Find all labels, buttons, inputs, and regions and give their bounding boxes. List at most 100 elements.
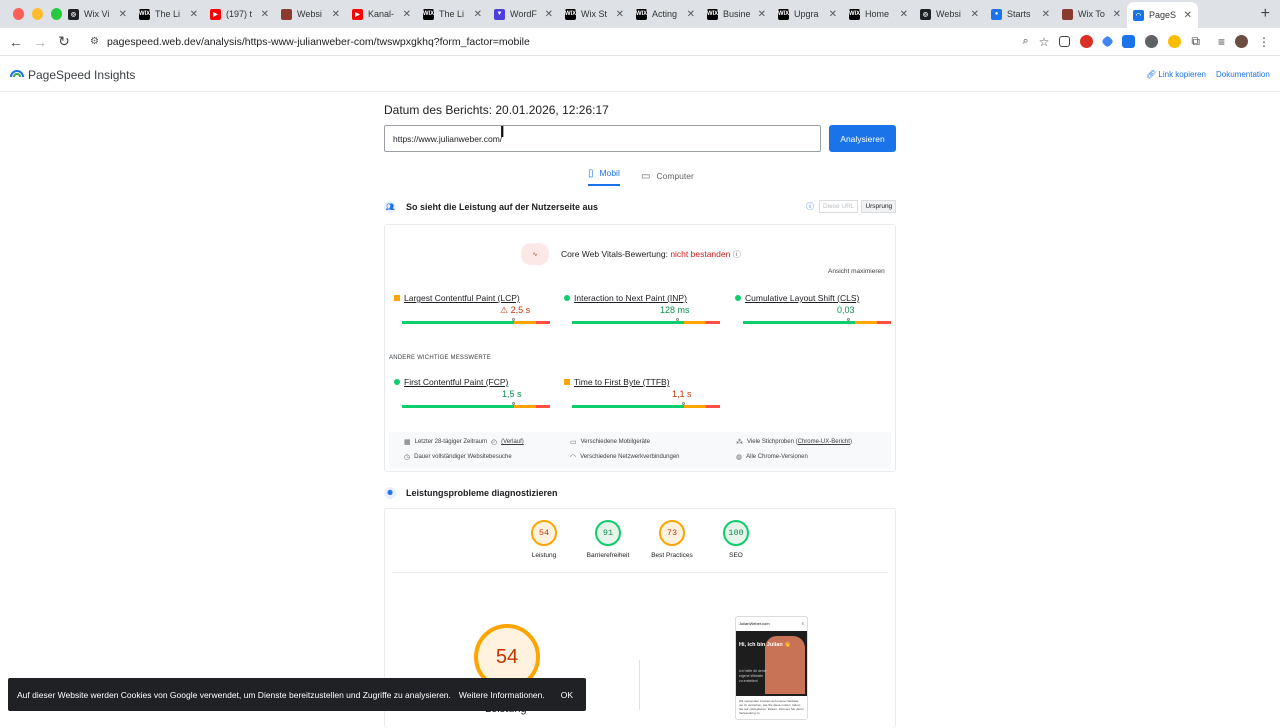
minimize-window-button[interactable] [32, 8, 43, 20]
tab-favicon-icon: ◠ [1133, 9, 1144, 21]
metric-marker [512, 318, 515, 321]
toggle-this-url[interactable]: Diese URL [819, 200, 859, 213]
site-info-icon[interactable]: ⚙ [90, 36, 99, 47]
browser-tab[interactable]: ● Starts ✕ [985, 3, 1056, 25]
metric-distribution-bar [572, 405, 720, 408]
tab-close-icon[interactable]: ✕ [758, 9, 766, 20]
info-icon[interactable]: ⓘ [806, 201, 814, 212]
browser-tab[interactable]: Wix To ✕ [1056, 3, 1127, 25]
copy-link-button[interactable]: 🔗︎ Link kopieren [1146, 70, 1206, 79]
tab-close-icon[interactable]: ✕ [829, 9, 837, 20]
pagespeed-logo-icon [10, 70, 24, 78]
metric-distribution-bar [743, 321, 891, 324]
tab-title: Home [865, 9, 890, 19]
extension-color-icon[interactable] [1168, 35, 1182, 48]
metric-2: Cumulative Layout Shift (CLS) 0,03 [735, 293, 891, 324]
cookie-ok-button[interactable]: OK [561, 690, 573, 700]
browser-toolbar: ← → ↻ ⚙ pagespeed.web.dev/analysis/https… [0, 28, 1280, 56]
browser-tab[interactable]: ▶ Kanal- ✕ [346, 3, 417, 25]
close-window-button[interactable] [13, 8, 24, 20]
cwv-failed-icon: ∿ [521, 243, 549, 265]
cookie-more-link[interactable]: Weitere Informationen. [459, 690, 545, 700]
tab-close-icon[interactable]: ✕ [190, 9, 198, 20]
help-icon[interactable]: ⓘ [733, 250, 741, 259]
browser-tab[interactable]: WIX Wix St ✕ [559, 3, 630, 25]
browser-tab[interactable]: ◎ Wix Vi ✕ [62, 3, 133, 25]
preview-body-text: Wir verwenden Cookies auf unserer Websit… [739, 699, 804, 715]
translate-icon[interactable] [1122, 35, 1136, 48]
browser-tab[interactable]: WIX Acting ✕ [630, 3, 701, 25]
tab-close-icon[interactable]: ✕ [900, 9, 908, 20]
reading-list-icon[interactable]: ≡ [1218, 35, 1225, 49]
analyze-button[interactable]: Analysieren [829, 125, 896, 152]
metric-status-icon [735, 295, 741, 301]
profile-avatar[interactable] [1235, 35, 1248, 48]
tab-close-icon[interactable]: ✕ [971, 9, 979, 20]
metric-name-link[interactable]: Cumulative Layout Shift (CLS) [735, 293, 885, 303]
wifi-icon: ◠ [570, 454, 577, 461]
history-link[interactable]: (Verlauf) [501, 439, 524, 445]
adblock-icon[interactable] [1080, 35, 1094, 48]
zoom-icon[interactable]: ⌕ [1022, 35, 1028, 48]
back-arrow-icon[interactable]: ← [4, 34, 28, 50]
browser-tab[interactable]: WIX Upgra ✕ [772, 3, 843, 25]
score-gauge[interactable]: 100 SEO [716, 520, 756, 559]
metric-value: ⚠ 2,5 s [500, 305, 531, 315]
new-tab-button[interactable]: + [1251, 5, 1280, 23]
tab-close-icon[interactable]: ✕ [1113, 9, 1121, 20]
score-gauge[interactable]: 91 Barrierefreiheit [587, 520, 629, 559]
expand-view-link[interactable]: Ansicht maximieren [828, 268, 885, 275]
info-network: ◠ Verschiedene Netzwerkverbindungen [570, 453, 680, 461]
documentation-link[interactable]: Dokumentation [1216, 70, 1270, 79]
metric-name-link[interactable]: First Contentful Paint (FCP) [394, 377, 544, 387]
reload-icon[interactable]: ↻ [52, 33, 76, 50]
tab-close-icon[interactable]: ✕ [261, 9, 269, 20]
browser-tab[interactable]: ◠ PageS ✕ [1127, 2, 1198, 28]
metric-name-link[interactable]: Largest Contentful Paint (LCP) [394, 293, 544, 303]
tab-close-icon[interactable]: ✕ [687, 9, 695, 20]
metric-name-link[interactable]: Interaction to Next Paint (INP) [564, 293, 714, 303]
tab-close-icon[interactable]: ✕ [474, 9, 482, 20]
bookmark-star-icon[interactable]: ☆ [1039, 35, 1050, 49]
score-gauge[interactable]: 54 Leistung [524, 520, 564, 559]
tab-mobile[interactable]: ▯ Mobil [588, 166, 620, 186]
url-input[interactable] [384, 125, 821, 152]
browser-tab[interactable]: ▼ WordF ✕ [488, 3, 559, 25]
crux-link[interactable]: Chrome-UX-Bericht [798, 439, 850, 445]
browser-tab[interactable]: ▶ (197) t ✕ [204, 3, 275, 25]
tab-close-icon[interactable]: ✕ [545, 9, 553, 20]
metric-value: 0,03 [837, 305, 855, 315]
metric-distribution-bar [402, 321, 550, 324]
tab-close-icon[interactable]: ✕ [1184, 10, 1192, 21]
tab-close-icon[interactable]: ✕ [1042, 9, 1050, 20]
tab-close-icon[interactable]: ✕ [616, 9, 624, 20]
browser-tab[interactable]: ◎ Websi ✕ [914, 3, 985, 25]
tab-title: Busine [723, 9, 751, 19]
browser-tab[interactable]: WIX The Li ✕ [133, 3, 204, 25]
tag-extension-icon[interactable] [1101, 35, 1115, 48]
tab-close-icon[interactable]: ✕ [332, 9, 340, 20]
metric-name-link[interactable]: Time to First Byte (TTFB) [564, 377, 714, 387]
metric-name: First Contentful Paint (FCP) [404, 377, 509, 387]
metric-0: Largest Contentful Paint (LCP) ⚠ 2,5 s [394, 293, 550, 324]
extensions-puzzle-icon[interactable]: ⧉ [1191, 34, 1200, 49]
tab-close-icon[interactable]: ✕ [403, 9, 411, 20]
toggle-origin[interactable]: Ursprung [861, 200, 897, 213]
metric-name: Cumulative Layout Shift (CLS) [745, 293, 860, 303]
browser-tab[interactable]: Websi ✕ [275, 3, 346, 25]
address-bar[interactable]: ⚙ pagespeed.web.dev/analysis/https-www-j… [86, 31, 1016, 53]
extension-g-icon[interactable] [1145, 35, 1159, 48]
tab-desktop[interactable]: ▭ Computer [641, 166, 694, 186]
menu-kebab-icon[interactable]: ⋮ [1258, 35, 1270, 49]
forward-arrow-icon[interactable]: → [28, 34, 52, 50]
score-gauge[interactable]: 73 Best Practices [651, 520, 693, 559]
metric-status-icon [564, 295, 570, 301]
browser-tab[interactable]: WIX Busine ✕ [701, 3, 772, 25]
versions-text: Alle Chrome-Versionen [746, 454, 808, 460]
screenshot-icon[interactable] [1059, 36, 1071, 47]
maximize-window-button[interactable] [51, 8, 62, 20]
browser-tab[interactable]: WIX Home ✕ [843, 3, 914, 25]
tab-close-icon[interactable]: ✕ [119, 9, 127, 20]
tab-favicon-icon: WIX [778, 8, 789, 20]
browser-tab[interactable]: WIX The Li ✕ [417, 3, 488, 25]
